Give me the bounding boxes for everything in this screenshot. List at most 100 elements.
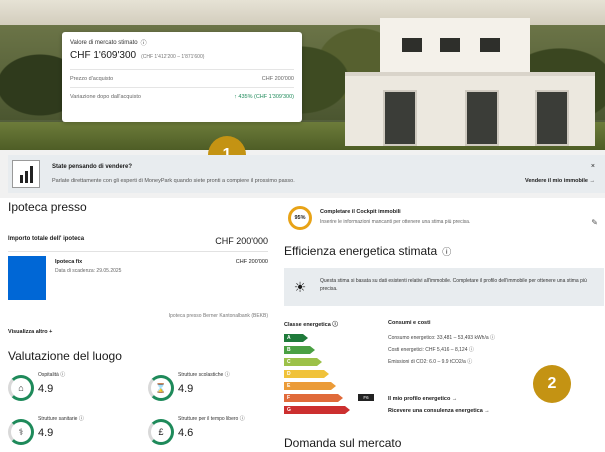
house-door bbox=[465, 90, 499, 146]
consumption-title: Consumi e costi bbox=[388, 320, 431, 326]
change-value: ↑ 435% (CHF 1'309'300) bbox=[234, 94, 294, 100]
house-upper-floor bbox=[380, 18, 530, 76]
rating-leisure: £ Strutture per il tempo libero ⓘ 4.6 bbox=[148, 415, 278, 449]
rating-score: 4.9 bbox=[38, 427, 54, 439]
energy-class-letter: E bbox=[287, 383, 291, 389]
demand-title: Domanda sul mercato bbox=[284, 436, 402, 450]
house-door bbox=[383, 90, 417, 146]
info-icon[interactable]: ⓘ bbox=[332, 322, 338, 328]
valuation-value-row: CHF 1'609'300 (CHF 1'412'200 – 1'871'600… bbox=[70, 50, 294, 61]
bank-note: Ipoteca presso Berner Kantonalbank (BEKB… bbox=[168, 313, 268, 319]
purchase-value: CHF 200'000 bbox=[261, 76, 294, 82]
hourglass-icon: ⌛ bbox=[148, 375, 174, 401]
hero-image: Valore di mercato stimato ⓘ CHF 1'609'30… bbox=[0, 0, 605, 150]
mortgage-product: Ipoteca fix bbox=[55, 259, 83, 265]
location-title: Valutazione del luogo bbox=[8, 349, 122, 363]
sell-banner-text: Parlate direttamente con gli esperti di … bbox=[52, 178, 295, 184]
mortgage-item[interactable]: Ipoteca fix Data di scadenza: 29.05.2025… bbox=[8, 251, 268, 313]
completion-indicator: 95% bbox=[288, 206, 312, 230]
energy-profile-link[interactable]: Il mio profilo energetico → bbox=[388, 396, 457, 402]
sell-property-link[interactable]: Vendere il mio immobile → bbox=[525, 178, 595, 184]
selected-class-tag: F6 bbox=[358, 394, 374, 401]
leisure-icon: £ bbox=[148, 419, 174, 445]
step-marker-2: 2 bbox=[533, 365, 571, 403]
valuation-label-row: Valore di mercato stimato ⓘ bbox=[70, 38, 294, 48]
cockpit-title: Completare il Cockpit immobili bbox=[320, 209, 401, 215]
mortgage-due-date: Data di scadenza: 29.05.2025 bbox=[55, 268, 122, 274]
rating-schools: ⌛ Strutture scolastiche ⓘ 4.9 bbox=[148, 371, 278, 405]
change-label: Variazione dopo dall'acquisto bbox=[70, 94, 141, 100]
energy-class-letter: A bbox=[287, 335, 291, 341]
mortgage-product-value: CHF 200'000 bbox=[235, 259, 268, 265]
solar-icon: ☀ bbox=[293, 278, 307, 295]
house-window bbox=[402, 38, 422, 52]
valuation-label: Valore di mercato stimato bbox=[70, 39, 138, 46]
hero-house bbox=[345, 18, 595, 146]
chart-icon bbox=[12, 160, 40, 188]
rating-score: 4.9 bbox=[38, 383, 54, 395]
rating-health: ⚕ Strutture sanitarie ⓘ 4.9 bbox=[8, 415, 138, 449]
rating-hospitality: ⌂ Ospitalità ⓘ 4.9 bbox=[8, 371, 138, 405]
valuation-range: (CHF 1'412'200 – 1'871'600) bbox=[141, 54, 205, 60]
cockpit-card[interactable]: 95% Completare il Cockpit immobili Inser… bbox=[284, 200, 604, 236]
valuation-value: CHF 1'609'300 bbox=[70, 50, 137, 61]
energy-banner-text: Questa stima si basata su dati esistenti… bbox=[320, 278, 587, 292]
energy-class-letter: D bbox=[287, 371, 291, 377]
energy-class-letter: G bbox=[287, 407, 291, 413]
mortgage-total-value: CHF 200'000 bbox=[215, 236, 268, 246]
energy-class-letter: B bbox=[287, 347, 291, 353]
energy-class-bar-d: D bbox=[284, 370, 329, 378]
info-icon[interactable]: ⓘ bbox=[442, 245, 451, 258]
info-icon[interactable]: ⓘ bbox=[469, 347, 474, 353]
purchase-row: Prezzo d'acquisto CHF 200'000 bbox=[70, 69, 294, 87]
rating-label: Strutture sanitarie ⓘ bbox=[38, 416, 84, 422]
energy-consulting-link[interactable]: Ricevere una consulenza energetica → bbox=[388, 408, 490, 414]
info-icon[interactable]: ⓘ bbox=[467, 359, 472, 365]
show-more-button[interactable]: Visualizza altro + bbox=[8, 329, 268, 335]
consumption-value: Consumo energetico: 33,481 – 53,493 kWh/… bbox=[388, 335, 496, 341]
location-ratings: ⌂ Ospitalità ⓘ 4.9 ⌛ Strutture scolastic… bbox=[8, 371, 268, 451]
emissions-value: Emissioni di CO2: 6.0 – 9.9 tCO2/a ⓘ bbox=[388, 359, 473, 365]
close-icon[interactable]: × bbox=[591, 163, 595, 170]
change-row: Variazione dopo dall'acquisto ↑ 435% (CH… bbox=[70, 87, 294, 105]
purchase-label: Prezzo d'acquisto bbox=[70, 76, 114, 82]
info-icon[interactable]: ⓘ bbox=[79, 416, 84, 422]
rating-label: Strutture per il tempo libero ⓘ bbox=[178, 416, 245, 422]
edit-icon[interactable]: ✎ bbox=[591, 218, 598, 227]
house-window bbox=[480, 38, 500, 52]
mortgage-total-label: Importo totale dell' ipoteca bbox=[8, 236, 85, 242]
info-icon[interactable]: ⓘ bbox=[60, 372, 65, 378]
mortgage-total-row: Importo totale dell' ipoteca CHF 200'000 bbox=[8, 214, 268, 246]
energy-class-bar-e: E bbox=[284, 382, 336, 390]
rating-label: Ospitalità ⓘ bbox=[38, 372, 66, 378]
energy-class-letter: C bbox=[287, 359, 291, 365]
costs-value: Costi energetici: CHF 5,416 – 8,124 ⓘ bbox=[388, 347, 474, 353]
energy-class-bar-g: G bbox=[284, 406, 350, 414]
bank-logo bbox=[8, 256, 46, 300]
valuation-card: Valore di mercato stimato ⓘ CHF 1'609'30… bbox=[62, 32, 302, 122]
energy-class-bar-b: B bbox=[284, 346, 315, 354]
sell-banner: State pensando di vendere? Parlate diret… bbox=[8, 155, 605, 193]
house-ground-floor bbox=[345, 76, 595, 146]
energy-class-label: Classe energetica bbox=[284, 322, 331, 328]
sell-banner-title: State pensando di vendere? bbox=[52, 164, 133, 170]
energy-info-banner: ☀ Questa stima si basata su dati esisten… bbox=[284, 268, 604, 306]
house-window bbox=[440, 38, 460, 52]
info-icon[interactable]: ⓘ bbox=[490, 335, 495, 341]
mortgage-title: Ipoteca presso bbox=[8, 200, 87, 214]
rating-score: 4.6 bbox=[178, 427, 194, 439]
energy-class-bar-a: A bbox=[284, 334, 308, 342]
energy-class-bar-c: C bbox=[284, 358, 322, 366]
rating-label: Strutture scolastiche ⓘ bbox=[178, 372, 230, 378]
energy-class-bar-f: F bbox=[284, 394, 343, 402]
home-icon: ⌂ bbox=[8, 375, 34, 401]
info-icon[interactable]: ⓘ bbox=[240, 416, 245, 422]
energy-title-row: Efficienza energetica stimata ⓘ bbox=[284, 244, 604, 258]
left-column: Ipoteca presso Importo totale dell' ipot… bbox=[8, 200, 268, 451]
info-icon[interactable]: ⓘ bbox=[141, 38, 147, 47]
energy-class-label-row: Classe energetica ⓘ bbox=[284, 320, 338, 328]
info-icon[interactable]: ⓘ bbox=[225, 372, 230, 378]
energy-title: Efficienza energetica stimata bbox=[284, 244, 438, 258]
house-door bbox=[535, 90, 569, 146]
cockpit-subtitle: Inserire le informazioni mancanti per ot… bbox=[320, 219, 471, 225]
